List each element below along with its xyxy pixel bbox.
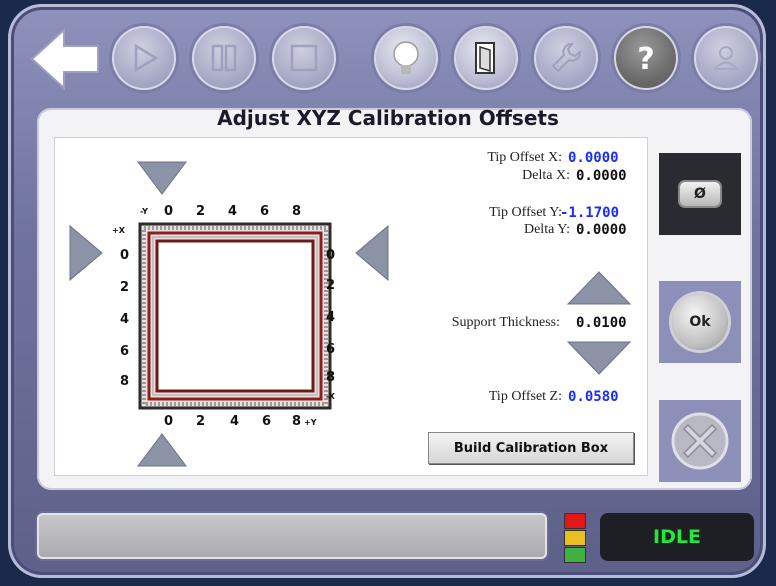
delta-x-value: 0.0000 bbox=[576, 168, 627, 184]
tip-offset-x-value: 0.0000 bbox=[568, 150, 619, 166]
right-tick: 4 bbox=[326, 310, 336, 325]
delta-x-label: Delta X: bbox=[522, 168, 570, 183]
left-tick: 4 bbox=[120, 312, 130, 327]
tip-offset-y-value: -1.1700 bbox=[560, 205, 620, 221]
tip-offset-z-value: 0.0580 bbox=[568, 389, 619, 405]
reset-offsets-label: Ø bbox=[680, 182, 720, 206]
lightbulb-icon bbox=[393, 41, 419, 74]
support-decrease-arrow-button[interactable] bbox=[566, 338, 632, 378]
right-tick: 0 bbox=[326, 248, 336, 263]
delta-y-value: 0.0000 bbox=[576, 222, 627, 238]
pause-icon bbox=[211, 44, 237, 72]
move-down-arrow-button[interactable] bbox=[136, 432, 188, 470]
left-tick: 6 bbox=[120, 344, 130, 359]
calibration-grid: -Y 0 2 4 6 8 +X 0 2 4 6 8 0 2 4 6 8 -X 0… bbox=[108, 202, 348, 432]
top-tick: 6 bbox=[260, 204, 270, 219]
top-tick: 2 bbox=[196, 204, 206, 219]
support-thickness-value: 0.0100 bbox=[576, 315, 627, 331]
door-icon bbox=[475, 42, 495, 74]
move-right-arrow-button[interactable] bbox=[352, 222, 392, 284]
status-light-red bbox=[564, 513, 586, 529]
right-axis-label: -X bbox=[326, 392, 335, 401]
pause-button[interactable] bbox=[192, 26, 256, 90]
bottom-tick: 4 bbox=[230, 414, 240, 429]
ok-button[interactable]: Ok bbox=[659, 281, 741, 363]
right-tick: 2 bbox=[326, 278, 336, 293]
wrench-icon bbox=[551, 43, 581, 73]
stop-icon bbox=[290, 44, 318, 72]
bottom-tick: 6 bbox=[262, 414, 272, 429]
tip-offset-y-label: Tip Offset Y: bbox=[489, 205, 562, 220]
tip-offset-x-label: Tip Offset X: bbox=[487, 150, 562, 165]
reset-offsets-button[interactable]: Ø bbox=[659, 153, 741, 235]
back-button[interactable] bbox=[28, 27, 102, 91]
top-tick: 8 bbox=[292, 204, 302, 219]
help-icon: ? bbox=[637, 42, 654, 77]
page-title: Adjust XYZ Calibration Offsets bbox=[217, 106, 559, 130]
support-thickness-label: Support Thickness: bbox=[451, 315, 560, 330]
svg-text:?: ? bbox=[637, 42, 654, 77]
door-button[interactable] bbox=[454, 26, 518, 90]
top-axis-label: -Y bbox=[140, 207, 148, 216]
play-icon bbox=[134, 43, 159, 73]
bottom-tick: 0 bbox=[164, 414, 174, 429]
user-button[interactable] bbox=[694, 26, 758, 90]
left-tick: 2 bbox=[120, 280, 130, 295]
tools-button[interactable] bbox=[534, 26, 598, 90]
ok-label: Ok bbox=[672, 294, 728, 350]
light-button[interactable] bbox=[374, 26, 438, 90]
left-tick: 8 bbox=[120, 374, 130, 389]
left-tick: 0 bbox=[120, 248, 130, 263]
status-light-green bbox=[564, 547, 586, 563]
stop-button[interactable] bbox=[272, 26, 336, 90]
tip-offset-z-label: Tip Offset Z: bbox=[488, 389, 562, 404]
user-icon bbox=[712, 46, 740, 70]
move-up-arrow-button[interactable] bbox=[136, 158, 188, 196]
top-tick: 0 bbox=[164, 204, 174, 219]
calibration-box-drawing bbox=[138, 222, 332, 410]
cancel-button[interactable] bbox=[659, 400, 741, 482]
help-button[interactable]: ? bbox=[614, 26, 678, 90]
build-calibration-box-button[interactable]: Build Calibration Box bbox=[428, 432, 634, 464]
bottom-axis-label: +Y bbox=[304, 418, 317, 427]
progress-bar bbox=[37, 513, 547, 559]
right-tick: 8 bbox=[326, 370, 336, 385]
support-increase-arrow-button[interactable] bbox=[566, 268, 632, 308]
bottom-tick: 8 bbox=[292, 414, 302, 429]
right-tick: 6 bbox=[326, 342, 336, 357]
status-light-yellow bbox=[564, 530, 586, 546]
close-icon bbox=[671, 412, 729, 470]
machine-state-display: IDLE bbox=[600, 513, 754, 561]
bottom-tick: 2 bbox=[196, 414, 206, 429]
move-left-arrow-button[interactable] bbox=[66, 222, 106, 284]
play-button[interactable] bbox=[112, 26, 176, 90]
left-axis-label: +X bbox=[112, 226, 125, 235]
delta-y-label: Delta Y: bbox=[523, 222, 570, 237]
back-arrow-icon bbox=[30, 27, 99, 91]
top-tick: 4 bbox=[228, 204, 238, 219]
